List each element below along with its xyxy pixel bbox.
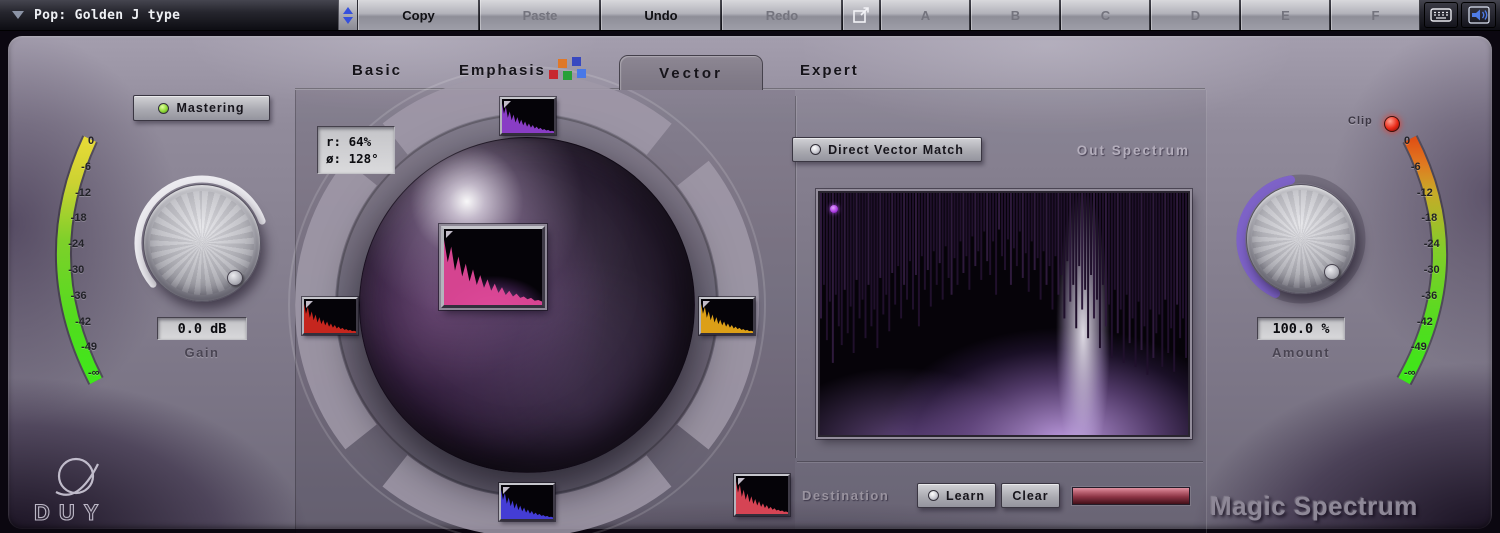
meter-scale-label: -12: [1417, 187, 1433, 199]
meter-scale-label: -49: [1411, 341, 1427, 353]
thumb-marker-icon: [738, 478, 745, 485]
preset-menu[interactable]: Pop: Golden J type: [0, 0, 338, 30]
speaker-icon: [1468, 6, 1490, 24]
spectrum-thumb-destination[interactable]: [734, 474, 790, 516]
amount-knob[interactable]: [1246, 184, 1356, 294]
magic-spectrum-window: Pop: Golden J type Copy Paste Undo Redo …: [0, 0, 1500, 533]
thumb-spectrum-graphic: [444, 229, 542, 305]
thumb-marker-icon: [446, 231, 453, 238]
meter-scale-label: -36: [71, 290, 87, 302]
preset-stepper[interactable]: [338, 0, 358, 30]
direct-vector-match-led: [810, 144, 821, 155]
output-level-meter: 0 -6 -12 -18 -24 -30 -36 -42 -49 -∞: [1380, 133, 1470, 391]
slot-f-button[interactable]: F: [1331, 0, 1420, 30]
meter-scale-label: -49: [81, 341, 97, 353]
gain-label: Gain: [157, 345, 247, 360]
meter-scale: 0 -6 -12 -18 -24 -30 -36 -42 -49 -∞: [1380, 133, 1470, 391]
paste-button[interactable]: Paste: [480, 0, 600, 30]
meter-scale-label: -24: [1424, 238, 1440, 250]
meter-scale-label: -6: [81, 161, 91, 173]
spectrum-thumb-right[interactable]: [699, 297, 755, 335]
clip-led: [1384, 116, 1400, 132]
meter-scale-label: -24: [68, 238, 84, 250]
clip-label: Clip: [1348, 115, 1373, 127]
copy-button[interactable]: Copy: [358, 0, 479, 30]
tab-vector[interactable]: Vector: [619, 55, 763, 90]
redo-button[interactable]: Redo: [722, 0, 842, 30]
mastering-toggle-button[interactable]: Mastering: [133, 95, 270, 121]
meter-scale-label: -30: [68, 264, 84, 276]
vector-radius-readout: r: 64%: [326, 134, 386, 149]
gain-knob[interactable]: [143, 184, 261, 302]
meter-scale-label: -∞: [88, 367, 100, 379]
out-spectrum-bars: [820, 193, 1188, 435]
undo-button[interactable]: Undo: [601, 0, 721, 30]
gain-knob-indicator: [227, 270, 243, 286]
meter-scale-label: 0: [88, 135, 94, 147]
vector-angle-readout: ø: 128°: [326, 151, 386, 166]
spectrum-cursor-dot: [830, 205, 838, 213]
product-name: Magic Spectrum: [1210, 491, 1480, 522]
input-level-meter: 0 -6 -12 -18 -24 -30 -36 -42 -49 -∞: [38, 133, 128, 391]
mastering-led: [158, 103, 169, 114]
meter-scale-label: -42: [75, 316, 91, 328]
meter-scale-label: -18: [71, 212, 87, 224]
tab-emphasis[interactable]: Emphasis: [459, 62, 546, 79]
vector-readout: r: 64% ø: 128°: [317, 126, 395, 174]
spectrum-thumb-bottom[interactable]: [499, 483, 555, 521]
clear-button[interactable]: Clear: [1001, 483, 1060, 508]
export-icon: [853, 7, 871, 23]
direct-vector-match-label: Direct Vector Match: [828, 143, 964, 157]
learn-button[interactable]: Learn: [917, 483, 996, 508]
preset-down-icon: [343, 17, 353, 24]
slot-d-button[interactable]: D: [1151, 0, 1240, 30]
thumb-marker-icon: [503, 487, 510, 494]
destination-label: Destination: [802, 488, 889, 503]
meter-scale-label: 0: [1404, 135, 1410, 147]
emphasis-icon: [549, 57, 595, 84]
audio-monitor-button[interactable]: [1461, 2, 1496, 28]
thumb-marker-icon: [306, 301, 313, 308]
meter-scale-label: -36: [1421, 290, 1437, 302]
store-preset-button[interactable]: [843, 0, 880, 30]
meter-scale-label: -42: [1417, 316, 1433, 328]
meter-scale-label: -18: [1421, 212, 1437, 224]
amount-label: Amount: [1257, 345, 1345, 360]
mastering-label: Mastering: [176, 101, 244, 115]
destination-level-bar: [1072, 487, 1190, 505]
amount-value[interactable]: 100.0 %: [1257, 317, 1345, 340]
out-spectrum-display: [818, 191, 1190, 437]
meter-scale-label: -30: [1424, 264, 1440, 276]
titlebar: Pop: Golden J type Copy Paste Undo Redo …: [0, 0, 1500, 31]
slot-c-button[interactable]: C: [1061, 0, 1150, 30]
spectrum-thumb-top[interactable]: [500, 97, 556, 135]
tab-basic[interactable]: Basic: [352, 62, 402, 79]
amount-knob-indicator: [1324, 264, 1340, 280]
out-spectrum-title: Out Spectrum: [1040, 143, 1190, 158]
preset-up-icon: [343, 7, 353, 14]
duy-logo: DUY: [28, 450, 138, 528]
learn-label: Learn: [946, 489, 985, 503]
slot-e-button[interactable]: E: [1241, 0, 1330, 30]
meter-scale-label: -12: [75, 187, 91, 199]
slot-a-button[interactable]: A: [881, 0, 970, 30]
thumb-marker-icon: [703, 301, 710, 308]
meter-scale-label: -6: [1411, 161, 1421, 173]
direct-vector-match-button[interactable]: Direct Vector Match: [792, 137, 982, 162]
spectrum-thumb-left[interactable]: [302, 297, 358, 335]
learn-led: [928, 490, 939, 501]
spectrum-thumb-center[interactable]: [441, 226, 545, 308]
keyboard-icon: [1430, 8, 1452, 22]
keyboard-toggle-button[interactable]: [1424, 2, 1458, 28]
preset-dropdown-icon: [12, 11, 24, 19]
gain-value[interactable]: 0.0 dB: [157, 317, 247, 340]
slot-b-button[interactable]: B: [971, 0, 1060, 30]
thumb-marker-icon: [504, 101, 511, 108]
meter-scale-label: -∞: [1404, 367, 1416, 379]
preset-name: Pop: Golden J type: [34, 8, 180, 23]
duy-logo-text: DUY: [34, 500, 107, 525]
meter-scale: 0 -6 -12 -18 -24 -30 -36 -42 -49 -∞: [38, 133, 128, 391]
tab-expert[interactable]: Expert: [800, 62, 859, 79]
panel-divider-horizontal: [797, 461, 1203, 462]
